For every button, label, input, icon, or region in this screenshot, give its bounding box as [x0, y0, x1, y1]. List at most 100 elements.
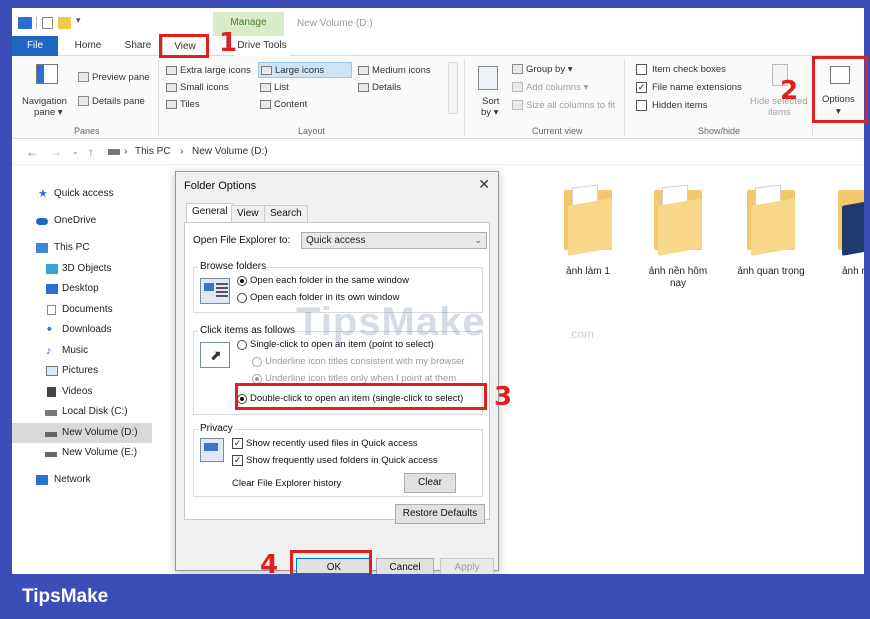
preview-pane-icon[interactable] — [78, 72, 89, 82]
sort-by-button[interactable]: Sort — [482, 96, 499, 107]
sidebar-item-network[interactable]: Network — [12, 470, 152, 490]
privacy-group: Privacy ✓ Show recently used files in Qu… — [193, 423, 483, 497]
sidebar-item-this-pc[interactable]: This PC — [12, 238, 152, 258]
properties-icon[interactable] — [42, 17, 53, 29]
tab-file[interactable]: File — [12, 36, 58, 56]
navigation-pane-label[interactable]: Navigation — [22, 96, 67, 107]
forward-arrow-icon[interactable]: → — [50, 145, 62, 159]
item-check-boxes-label[interactable]: Item check boxes — [652, 64, 726, 75]
sidebar-item-new-volume-e[interactable]: New Volume (E:) — [12, 443, 152, 463]
back-arrow-icon[interactable]: ← — [26, 145, 38, 159]
recent-files-label[interactable]: Show recently used files in Quick access — [246, 438, 418, 449]
file-name-extensions-label[interactable]: File name extensions — [652, 82, 742, 93]
sidebar-item-videos[interactable]: Videos — [12, 382, 152, 402]
tab-search[interactable]: Search — [264, 205, 308, 223]
close-icon[interactable]: ✕ — [478, 176, 490, 193]
download-arrow-icon: 🠻 — [46, 324, 53, 336]
details-pane-icon[interactable] — [78, 96, 89, 106]
tab-view[interactable]: View — [231, 205, 265, 223]
item-check-boxes-checkbox[interactable] — [636, 64, 647, 75]
hide-selected-button-2[interactable]: items — [768, 107, 791, 118]
sidebar-item-label: 3D Objects — [62, 263, 112, 274]
frequent-folders-checkbox[interactable]: ✓ — [232, 455, 243, 466]
folder-item[interactable]: ảnh nền hôm nay — [643, 184, 713, 290]
sidebar-item-label: Downloads — [62, 324, 112, 335]
up-arrow-icon[interactable]: ↑ — [88, 145, 94, 159]
current-view-group-label: Current view — [532, 126, 583, 136]
sidebar-item-new-volume-d[interactable]: New Volume (D:) — [12, 423, 152, 443]
annotation-number-3: 3 — [494, 382, 513, 412]
sort-by-button-2[interactable]: by ▾ — [481, 107, 498, 118]
sidebar-item-music[interactable]: ♪ Music — [12, 341, 152, 361]
tab-general[interactable]: General — [186, 203, 234, 223]
sidebar-item-desktop[interactable]: Desktop — [12, 279, 152, 299]
same-window-radio[interactable] — [237, 276, 247, 286]
file-name-extensions-checkbox[interactable]: ✓ — [636, 82, 647, 93]
tab-drive-tools[interactable]: Drive Tools — [234, 36, 290, 56]
chevron-down-icon: ⌄ — [474, 235, 482, 245]
music-note-icon: ♪ — [46, 345, 52, 357]
navigation-pane-label-2[interactable]: pane ▾ — [34, 107, 63, 118]
layout-extra-large-icons[interactable]: Extra large icons — [164, 63, 251, 79]
sidebar-item-documents[interactable]: Documents — [12, 300, 152, 320]
own-window-radio[interactable] — [237, 293, 247, 303]
folder-item[interactable]: ảnh r — [826, 184, 864, 278]
add-columns-button[interactable]: Add columns ▾ — [526, 82, 588, 93]
sidebar-item-quick-access[interactable]: ★ Quick access — [12, 184, 152, 204]
recent-files-checkbox[interactable]: ✓ — [232, 438, 243, 449]
layout-list[interactable]: List — [258, 80, 289, 96]
sidebar-item-label: New Volume (E:) — [62, 447, 138, 458]
layout-tiles[interactable]: Tiles — [164, 97, 200, 113]
underline-consistent-label[interactable]: Underline icon titles consistent with my… — [265, 356, 465, 367]
tab-home[interactable]: Home — [70, 36, 106, 56]
clear-history-button[interactable]: Clear — [404, 473, 456, 493]
navigation-pane-icon[interactable] — [36, 64, 58, 84]
group-by-button[interactable]: Group by ▾ — [526, 64, 572, 75]
layout-small-icons[interactable]: Small icons — [164, 80, 229, 96]
hidden-items-checkbox[interactable] — [636, 100, 647, 111]
layout-group-label: Layout — [298, 126, 326, 136]
recent-locations-icon[interactable]: ⌄ — [72, 147, 79, 156]
sidebar-item-label: Network — [54, 474, 91, 485]
sidebar-item-onedrive[interactable]: OneDrive — [12, 211, 152, 231]
medium-icons-icon — [358, 66, 369, 75]
group-by-icon[interactable] — [512, 64, 523, 74]
sidebar-item-pictures[interactable]: Pictures — [12, 361, 152, 381]
underline-consistent-radio[interactable] — [252, 357, 262, 367]
hide-selected-button[interactable]: Hide selected — [750, 96, 808, 107]
single-click-radio[interactable] — [237, 340, 247, 350]
layout-item-label: Small icons — [180, 82, 229, 93]
new-folder-icon[interactable] — [58, 17, 71, 29]
sidebar-item-label: New Volume (D:) — [62, 427, 138, 438]
sidebar-item-label: Desktop — [62, 283, 99, 294]
breadcrumb-this-pc[interactable]: This PC — [135, 146, 171, 157]
layout-item-label: Large icons — [275, 65, 325, 76]
layout-content[interactable]: Content — [258, 97, 307, 113]
sidebar-item-local-disk-c[interactable]: Local Disk (C:) — [12, 402, 152, 422]
open-explorer-select[interactable]: Quick access ⌄ — [301, 232, 487, 249]
layout-large-icons[interactable]: Large icons — [258, 62, 352, 78]
brand-logo-text: TipsMake — [22, 586, 109, 607]
add-columns-icon — [512, 82, 523, 92]
restore-defaults-button[interactable]: Restore Defaults — [395, 504, 485, 524]
sort-by-icon[interactable] — [478, 66, 498, 90]
folder-item[interactable]: ảnh làm 1 — [553, 184, 623, 278]
sidebar-item-downloads[interactable]: 🠻 Downloads — [12, 320, 152, 340]
tab-share[interactable]: Share — [120, 36, 156, 56]
sidebar-item-3d-objects[interactable]: 3D Objects — [12, 259, 152, 279]
hidden-items-label[interactable]: Hidden items — [652, 100, 707, 111]
size-all-columns-button[interactable]: Size all columns to fit — [526, 100, 615, 111]
details-pane-button[interactable]: Details pane — [92, 96, 145, 107]
desktop-icon — [46, 284, 58, 294]
size-columns-icon — [512, 100, 523, 110]
folder-options-dialog: Folder Options ✕ General View Search Ope… — [175, 171, 499, 578]
layout-medium-icons[interactable]: Medium icons — [356, 63, 431, 79]
breadcrumb-new-volume-d[interactable]: New Volume (D:) — [192, 146, 268, 157]
preview-pane-button[interactable]: Preview pane — [92, 72, 150, 83]
quick-access-dropdown-icon[interactable]: ▾ — [76, 15, 81, 26]
same-window-label[interactable]: Open each folder in the same window — [250, 275, 409, 286]
layout-scrollbar[interactable] — [448, 62, 458, 114]
layout-details[interactable]: Details — [356, 80, 401, 96]
folder-item[interactable]: ảnh quan trọng — [736, 184, 806, 278]
frequent-folders-label[interactable]: Show frequently used folders in Quick ac… — [246, 455, 438, 466]
